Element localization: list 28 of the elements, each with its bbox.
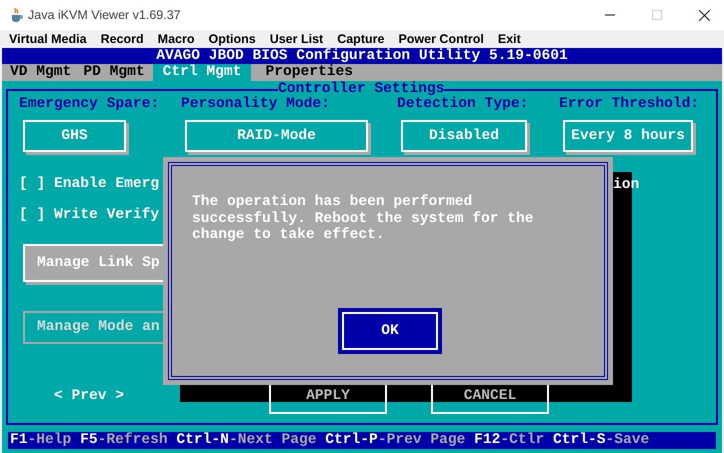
shortcut-hint: F12-Ctlr bbox=[474, 432, 544, 449]
close-icon[interactable] bbox=[699, 10, 710, 20]
menu-item[interactable]: Record bbox=[100, 30, 144, 48]
window-title: Java iKVM Viewer v1.69.37 bbox=[28, 6, 181, 24]
menu-item[interactable]: User List bbox=[270, 30, 324, 48]
section-title: Controller Settings bbox=[278, 81, 444, 97]
tab[interactable]: VD Mgmt bbox=[6, 64, 76, 81]
shortcut-hint: Ctrl-S-Save bbox=[552, 432, 650, 449]
tab[interactable]: PD Mgmt bbox=[79, 64, 149, 81]
shortcut-hint: Ctrl-P-Prev Page bbox=[325, 432, 466, 449]
shortcut-hint: Ctrl-N-Next Page bbox=[176, 432, 317, 449]
menu-item[interactable]: Power Control bbox=[398, 30, 484, 48]
shortcut-hint: F5-Refresh bbox=[80, 432, 168, 449]
menu-item[interactable]: Options bbox=[208, 30, 256, 48]
field-label: Error Threshold: bbox=[559, 96, 700, 113]
field-label: Personality Mode: bbox=[181, 96, 331, 113]
utility-title: AVAGO JBOD BIOS Configuration Utility 5.19-0601 bbox=[2, 48, 722, 64]
field-label: Emergency Spare: bbox=[19, 96, 160, 113]
menu-item[interactable]: Macro bbox=[158, 30, 194, 48]
field-label: Detection Type: bbox=[397, 96, 530, 113]
ok-button[interactable]: OK bbox=[338, 308, 442, 354]
shortcut-hint: F1-Help bbox=[10, 432, 72, 449]
java-cup-icon bbox=[9, 7, 24, 23]
menu-item[interactable]: Virtual Media bbox=[9, 30, 87, 48]
dialog-message: The operation has been performed successfully. Reboot the system for the change to take effect. bbox=[192, 194, 535, 244]
menu-item[interactable]: Exit bbox=[498, 30, 521, 48]
menu-item[interactable]: Capture bbox=[337, 30, 384, 48]
tab[interactable]: Properties bbox=[261, 64, 358, 81]
